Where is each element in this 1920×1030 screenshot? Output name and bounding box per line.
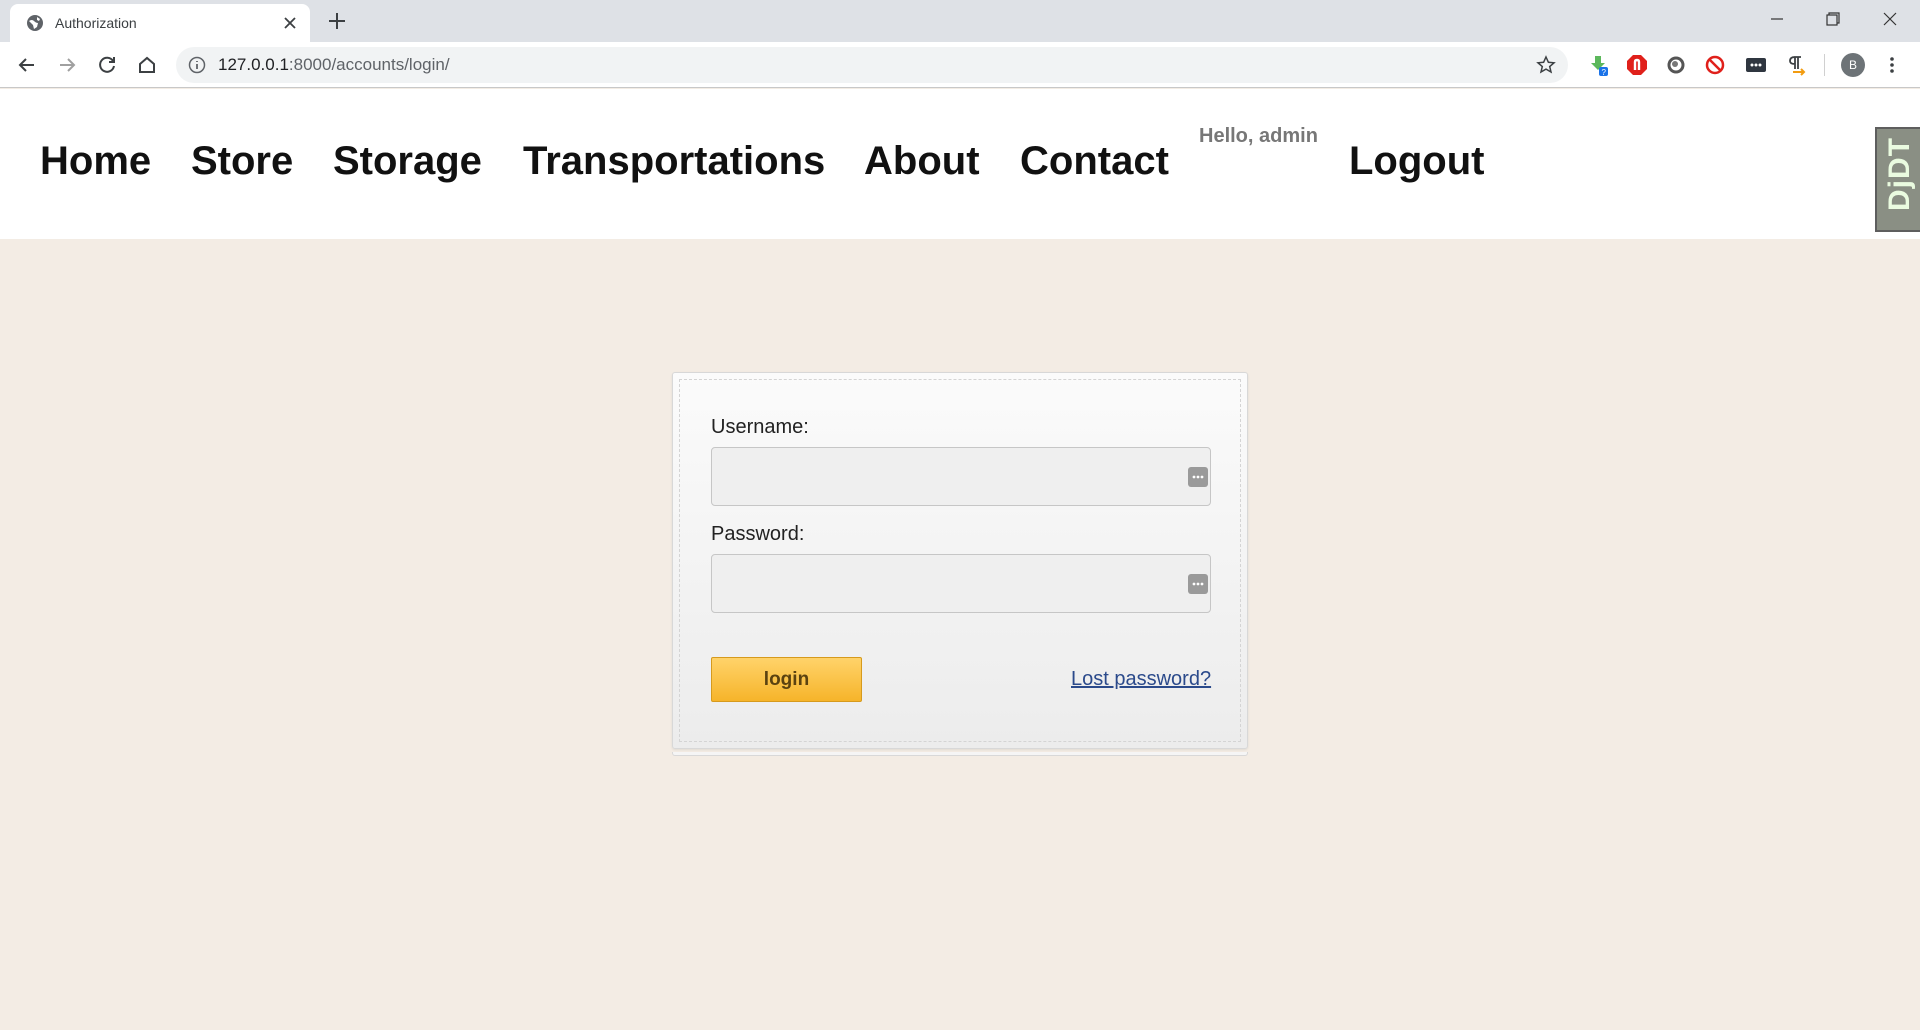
svg-text:?: ? <box>1602 68 1607 76</box>
djdt-label: DjDT <box>1883 137 1916 211</box>
close-tab-icon[interactable] <box>280 13 300 33</box>
download-extension-icon[interactable]: ? <box>1587 54 1609 76</box>
user-greeting: Hello, admin <box>1199 125 1318 147</box>
nav-home-link[interactable]: Home <box>40 139 151 184</box>
new-tab-icon[interactable] <box>326 10 348 32</box>
nav-contact-link[interactable]: Contact <box>1020 139 1169 184</box>
login-button[interactable]: login <box>711 657 862 702</box>
home-icon[interactable] <box>134 52 160 78</box>
nav-transportations-link[interactable]: Transportations <box>523 139 825 184</box>
forward-icon[interactable] <box>54 52 80 78</box>
password-label: Password: <box>711 523 805 545</box>
password-manager-icon[interactable] <box>1188 467 1208 487</box>
password-manager-icon[interactable] <box>1188 574 1208 594</box>
browser-tab[interactable]: Authorization <box>10 4 310 42</box>
nav-storage-link[interactable]: Storage <box>333 139 482 184</box>
close-window-icon[interactable] <box>1877 6 1903 32</box>
adblock-extension-icon[interactable] <box>1626 54 1648 76</box>
tab-title: Authorization <box>55 15 137 31</box>
login-panel: Username: Password: login Lost password? <box>672 372 1248 749</box>
profile-avatar[interactable]: B <box>1841 53 1865 77</box>
reload-icon[interactable] <box>94 52 120 78</box>
nav-store-link[interactable]: Store <box>191 139 293 184</box>
bookmark-star-icon[interactable] <box>1536 55 1556 75</box>
browser-toolbar: 127.0.0.1:8000/accounts/login/ ? B <box>0 42 1920 88</box>
username-label: Username: <box>711 416 809 438</box>
url-text: 127.0.0.1:8000/accounts/login/ <box>218 55 450 74</box>
restore-icon[interactable] <box>1820 6 1846 32</box>
nav-about-link[interactable]: About <box>864 139 980 184</box>
password-extension-icon[interactable] <box>1745 54 1767 76</box>
kebab-menu-icon[interactable] <box>1881 54 1903 76</box>
django-debug-toolbar-handle[interactable]: DjDT <box>1875 127 1920 232</box>
password-input[interactable] <box>711 554 1211 613</box>
page-body: Username: Password: login Lost password? <box>0 239 1920 1030</box>
globe-icon <box>27 15 43 31</box>
site-header: Home Store Storage Transportations About… <box>0 89 1920 239</box>
minimize-icon[interactable] <box>1764 6 1790 32</box>
block-extension-icon[interactable] <box>1704 54 1726 76</box>
info-icon[interactable] <box>188 56 206 74</box>
circle-extension-icon[interactable] <box>1665 54 1687 76</box>
paragraph-extension-icon[interactable] <box>1785 54 1807 76</box>
address-bar[interactable]: 127.0.0.1:8000/accounts/login/ <box>176 47 1568 83</box>
toolbar-separator <box>1824 54 1825 76</box>
back-icon[interactable] <box>14 52 40 78</box>
browser-tabstrip: Authorization <box>0 0 1920 42</box>
lost-password-link[interactable]: Lost password? <box>1071 668 1211 691</box>
login-panel-shadow <box>672 752 1248 756</box>
username-input[interactable] <box>711 447 1211 506</box>
nav-logout-link[interactable]: Logout <box>1349 139 1485 184</box>
